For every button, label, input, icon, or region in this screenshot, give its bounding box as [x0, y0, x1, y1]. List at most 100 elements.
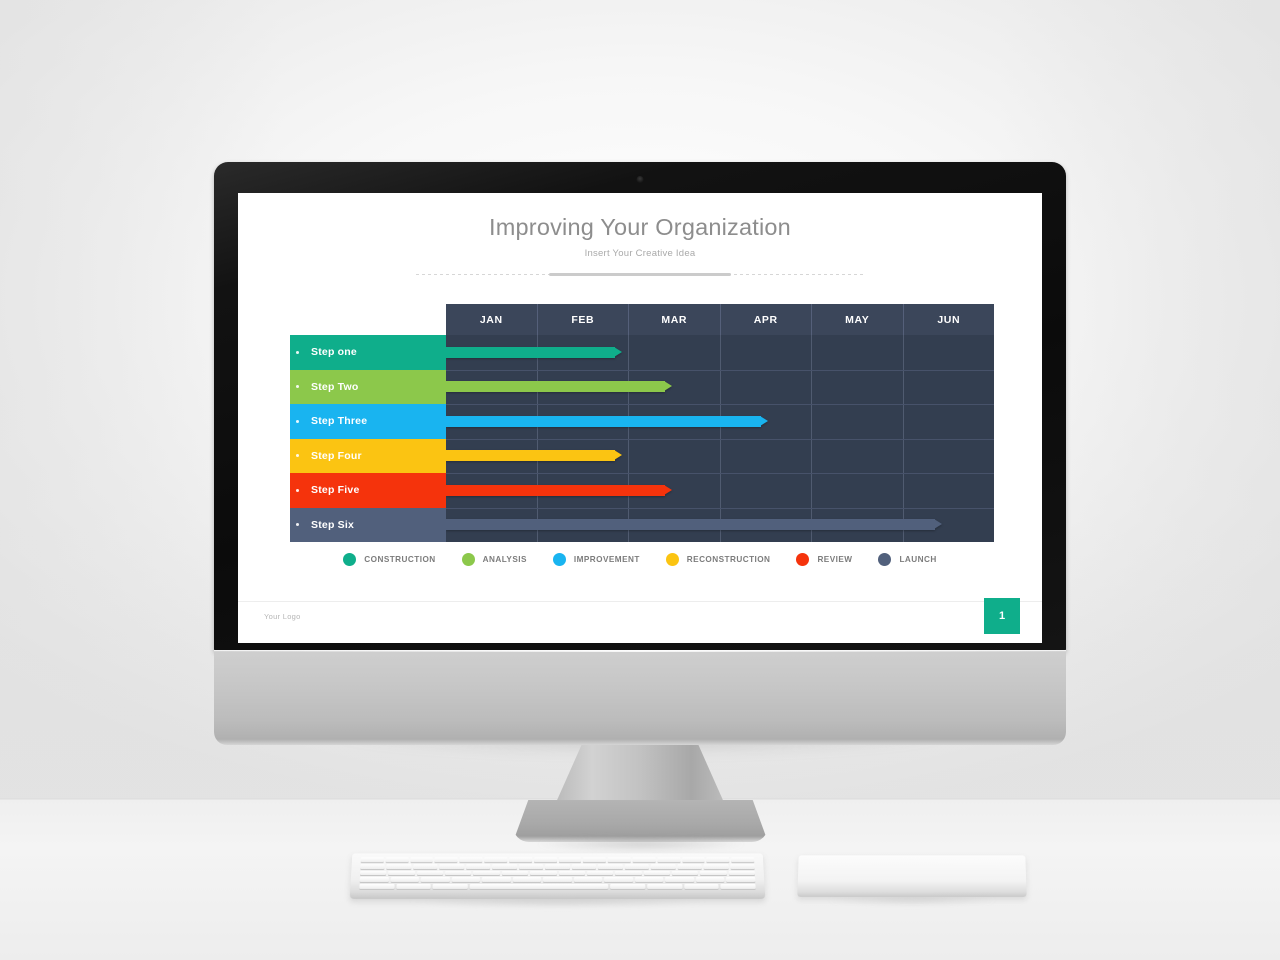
keyboard-key[interactable]: [395, 884, 431, 890]
keyboard-key[interactable]: [459, 857, 483, 863]
keyboard-key[interactable]: [484, 857, 508, 863]
keyboard-key[interactable]: [684, 884, 719, 890]
keyboard-key[interactable]: [643, 870, 670, 877]
keyboard-key[interactable]: [650, 863, 676, 870]
gantt-bar-body: [446, 519, 935, 531]
keyboard-key[interactable]: [671, 870, 699, 877]
gantt-bar[interactable]: [446, 415, 769, 427]
gantt-bar[interactable]: [446, 346, 622, 358]
month-header-cell: MAR: [629, 304, 721, 335]
keyboard-key[interactable]: [604, 877, 633, 884]
keyboard-key[interactable]: [413, 863, 438, 870]
legend-label: CONSTRUCTION: [364, 555, 436, 564]
keyboard[interactable]: [349, 853, 766, 899]
keyboard-key[interactable]: [451, 877, 481, 884]
keyboard-key[interactable]: [700, 870, 727, 877]
keyboard-key[interactable]: [434, 857, 458, 863]
keyboard-key[interactable]: [571, 863, 597, 870]
keyboard-key[interactable]: [420, 877, 450, 884]
keyboard-key[interactable]: [439, 863, 465, 870]
legend-item[interactable]: LAUNCH: [878, 553, 936, 566]
keyboard-key[interactable]: [518, 863, 544, 870]
keyboard-key[interactable]: [615, 870, 642, 877]
keyboard-key[interactable]: [598, 863, 623, 870]
keyboard-key[interactable]: [359, 884, 395, 890]
keyboard-key[interactable]: [728, 870, 756, 877]
step-label-row[interactable]: Step one: [290, 335, 446, 370]
step-label-row[interactable]: Step Three: [290, 404, 446, 439]
keyboard-key[interactable]: [558, 870, 585, 877]
keyboard-key[interactable]: [416, 870, 444, 877]
legend-item[interactable]: IMPROVEMENT: [552, 553, 640, 566]
keyboard-key[interactable]: [647, 884, 683, 890]
legend-item[interactable]: RECONSTRUCTION: [665, 553, 771, 566]
keyboard-key[interactable]: [657, 857, 681, 863]
keyboard-key[interactable]: [729, 863, 755, 870]
keyboard-key[interactable]: [726, 877, 756, 884]
keyboard-key[interactable]: [509, 857, 532, 863]
keyboard-key[interactable]: [466, 863, 491, 870]
step-label-row[interactable]: Step Four: [290, 438, 446, 473]
keyboard-key[interactable]: [632, 857, 656, 863]
keyboard-key[interactable]: [445, 870, 472, 877]
keyboard-key[interactable]: [512, 877, 542, 884]
keyboard-key[interactable]: [360, 857, 384, 863]
keyboard-key[interactable]: [533, 857, 557, 863]
keyboard-key[interactable]: [359, 870, 387, 877]
divider-solid-line: [549, 273, 731, 277]
keyboard-key[interactable]: [731, 857, 755, 863]
trackpad[interactable]: [797, 855, 1027, 897]
keyboard-key[interactable]: [359, 877, 389, 884]
keyboard-row: [359, 884, 756, 890]
keyboard-key[interactable]: [473, 870, 500, 877]
monitor-screen: Improving Your Organization Insert Your …: [238, 193, 1042, 643]
keyboard-key[interactable]: [677, 863, 702, 870]
month-header-cell: JAN: [446, 304, 538, 335]
keyboard-key[interactable]: [607, 857, 631, 863]
gantt-bar[interactable]: [446, 381, 673, 393]
step-label-row[interactable]: Step Two: [290, 369, 446, 404]
keyboard-key[interactable]: [720, 884, 756, 890]
keyboard-key[interactable]: [634, 877, 664, 884]
keyboard-key[interactable]: [501, 870, 529, 877]
keyboard-key[interactable]: [703, 863, 729, 870]
keyboard-key[interactable]: [586, 870, 614, 877]
legend-item[interactable]: REVIEW: [796, 553, 852, 566]
keyboard-key[interactable]: [573, 877, 603, 884]
legend-item[interactable]: CONSTRUCTION: [343, 553, 435, 566]
gantt-bar-track: [446, 508, 994, 543]
imac-monitor: Improving Your Organization Insert Your …: [214, 162, 1066, 745]
keyboard-key[interactable]: [469, 884, 609, 890]
legend-color-dot: [796, 553, 810, 566]
keyboard-key[interactable]: [558, 857, 582, 863]
gantt-bar-track: [446, 404, 994, 439]
keyboard-key[interactable]: [624, 863, 649, 870]
keyboard-key[interactable]: [386, 863, 412, 870]
keyboard-key[interactable]: [583, 857, 606, 863]
keyboard-key[interactable]: [432, 884, 468, 890]
keyboard-key[interactable]: [681, 857, 705, 863]
keyboard-key[interactable]: [492, 863, 517, 870]
step-label-row[interactable]: Step Six: [290, 507, 446, 542]
keyboard-key[interactable]: [481, 877, 511, 884]
gantt-bar[interactable]: [446, 450, 622, 462]
keyboard-key[interactable]: [388, 870, 415, 877]
gantt-bar[interactable]: [446, 519, 942, 531]
step-label-text: Step Six: [311, 518, 355, 531]
gantt-bar-arrow-icon: [664, 484, 673, 495]
keyboard-key[interactable]: [545, 863, 570, 870]
keyboard-key[interactable]: [410, 857, 434, 863]
keyboard-key[interactable]: [360, 863, 386, 870]
keyboard-key[interactable]: [610, 884, 646, 890]
keyboard-key[interactable]: [385, 857, 409, 863]
keyboard-key[interactable]: [695, 877, 725, 884]
keyboard-key[interactable]: [543, 877, 572, 884]
gantt-chart: Step one Step Two Step Three Step Four Step …: [290, 304, 994, 542]
keyboard-key[interactable]: [390, 877, 420, 884]
keyboard-key[interactable]: [530, 870, 557, 877]
keyboard-key[interactable]: [706, 857, 730, 863]
keyboard-key[interactable]: [665, 877, 695, 884]
step-label-row[interactable]: Step Five: [290, 473, 446, 508]
legend-item[interactable]: ANALYSIS: [461, 553, 527, 566]
gantt-bar[interactable]: [446, 484, 673, 496]
